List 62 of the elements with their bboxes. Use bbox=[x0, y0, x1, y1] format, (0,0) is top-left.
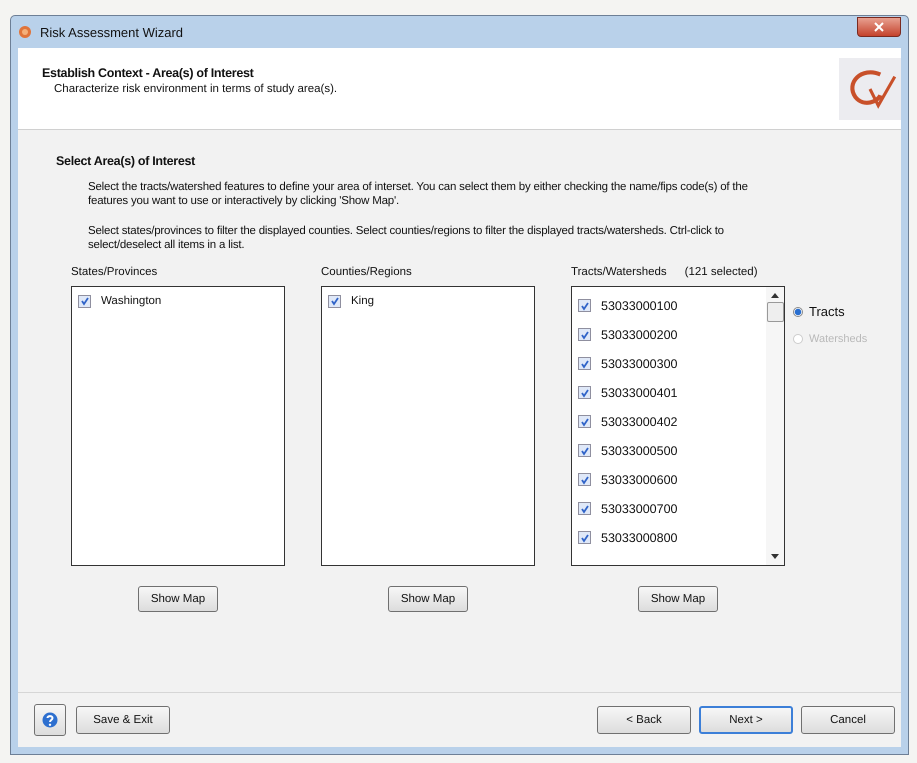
list-item[interactable]: 53033000700 bbox=[601, 502, 678, 516]
check-icon bbox=[580, 300, 590, 310]
list-item[interactable]: 53033000800 bbox=[601, 530, 678, 544]
close-button[interactable] bbox=[857, 17, 901, 37]
list-label: Counties/Regions bbox=[321, 266, 412, 280]
radio-button[interactable] bbox=[793, 306, 803, 316]
save-exit-button[interactable]: Save & Exit bbox=[76, 706, 170, 734]
list-item[interactable]: Washington bbox=[101, 295, 162, 307]
scroll-up-icon[interactable] bbox=[771, 293, 779, 298]
checkbox[interactable] bbox=[578, 444, 591, 457]
list-item[interactable]: King bbox=[351, 295, 374, 307]
wizard-button[interactable]: < Back bbox=[597, 706, 691, 734]
list-item[interactable]: 53033000200 bbox=[601, 328, 678, 342]
checkbox[interactable] bbox=[328, 294, 341, 308]
check-icon bbox=[580, 358, 590, 368]
checkbox[interactable] bbox=[578, 473, 591, 486]
check-icon bbox=[580, 504, 590, 514]
list-item[interactable]: 53033000300 bbox=[601, 356, 678, 370]
instruction-text: Select states/provinces to filter the displayed counties. Select counties/regions to filter the displayed tracts/watersheds. Ctrl-click to select/deselect all items in a list. bbox=[88, 224, 725, 252]
radio-label[interactable]: Tracts bbox=[809, 304, 845, 319]
checkbox[interactable] bbox=[578, 299, 591, 312]
check-icon bbox=[580, 532, 590, 542]
check-icon bbox=[580, 416, 590, 426]
checkbox[interactable] bbox=[578, 328, 591, 341]
checkbox[interactable] bbox=[578, 386, 591, 399]
app-icon bbox=[18, 25, 32, 39]
checkbox[interactable] bbox=[578, 502, 591, 515]
list-item[interactable]: 53033000401 bbox=[601, 386, 678, 400]
check-icon bbox=[580, 388, 590, 398]
page-subtitle: Characterize risk environment in terms of study area(s). bbox=[53, 83, 338, 95]
list-item[interactable]: 53033000402 bbox=[601, 414, 678, 428]
show-map-button[interactable]: Show Map bbox=[638, 586, 718, 612]
check-icon bbox=[80, 296, 90, 306]
check-icon bbox=[330, 296, 340, 306]
show-map-button[interactable]: Show Map bbox=[388, 586, 468, 612]
checkbox[interactable] bbox=[578, 357, 591, 370]
check-icon bbox=[580, 474, 590, 484]
scroll-thumb[interactable] bbox=[766, 302, 784, 322]
checkbox[interactable] bbox=[78, 294, 91, 308]
selection-count: (121 selected) bbox=[684, 266, 758, 280]
checkbox[interactable] bbox=[578, 531, 591, 544]
logo-icon bbox=[839, 58, 901, 120]
wizard-button[interactable]: Next > bbox=[699, 706, 793, 734]
help-button[interactable] bbox=[34, 704, 66, 736]
list-item[interactable]: 53033000500 bbox=[601, 444, 678, 458]
list-label: States/Provinces bbox=[71, 266, 158, 280]
instruction-text: Select the tracts/watershed features to define your area of interset. You can select them by either checking the name/fips code(s) of the features you want to use or interactively by clicking 'Show Map'. bbox=[88, 180, 749, 208]
show-map-button[interactable]: Show Map bbox=[138, 586, 218, 612]
scroll-down-icon[interactable] bbox=[771, 554, 779, 559]
window-title: Risk Assessment Wizard bbox=[40, 24, 184, 40]
check-icon bbox=[580, 446, 590, 456]
help-icon bbox=[42, 712, 58, 728]
scrollbar[interactable] bbox=[766, 287, 784, 565]
checkbox[interactable] bbox=[578, 415, 591, 428]
close-icon bbox=[874, 22, 884, 32]
list-item[interactable]: 53033000100 bbox=[601, 298, 678, 312]
page-title: Establish Context - Area(s) of Interest bbox=[42, 66, 255, 80]
list-label: Tracts/Watersheds bbox=[571, 266, 667, 280]
wizard-button[interactable]: Cancel bbox=[801, 706, 895, 734]
check-icon bbox=[580, 330, 590, 340]
section-title: Select Area(s) of Interest bbox=[56, 154, 196, 168]
list-item[interactable]: 53033000600 bbox=[601, 472, 678, 486]
